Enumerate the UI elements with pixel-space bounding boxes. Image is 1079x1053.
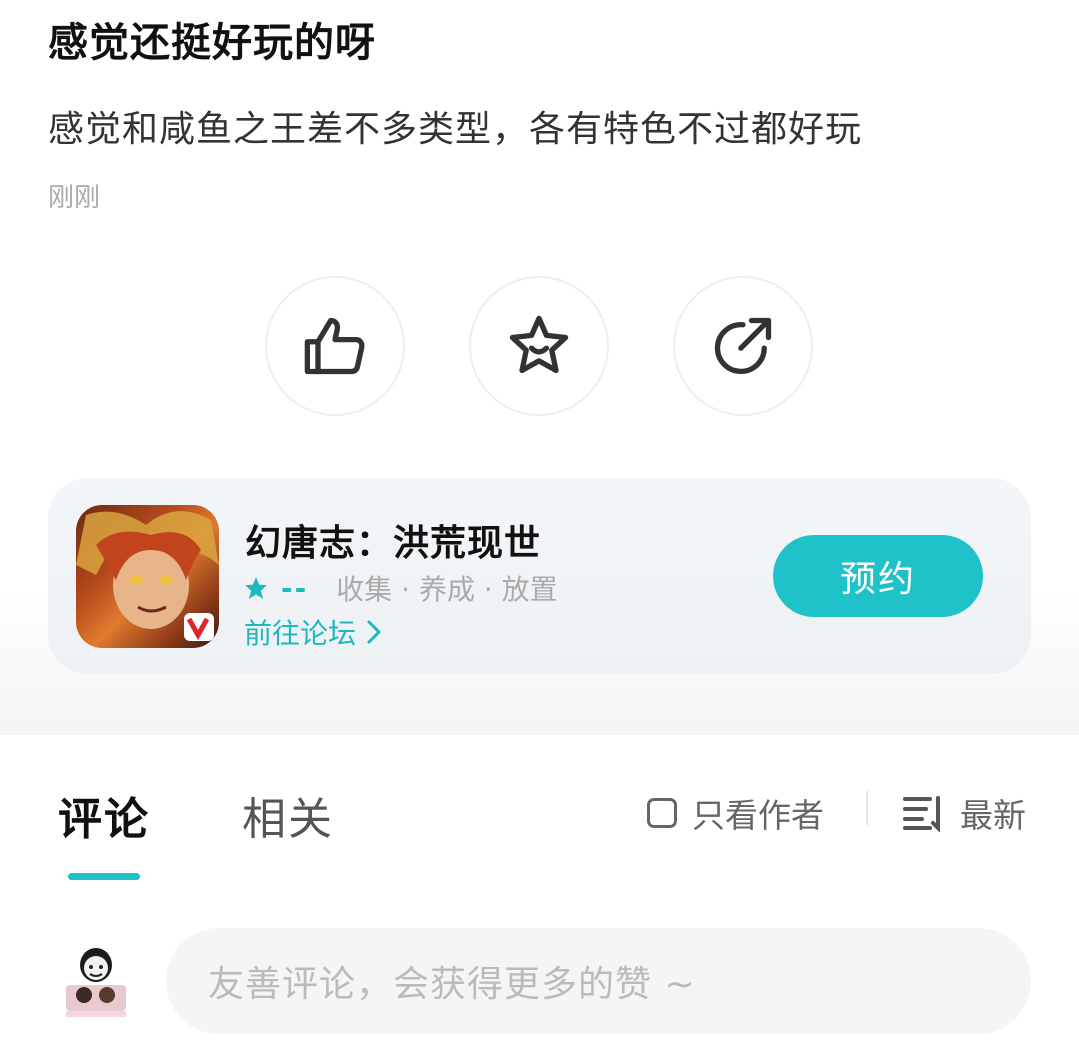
avatar[interactable] xyxy=(60,943,132,1019)
author-only-toggle[interactable]: 只看作者 xyxy=(647,789,824,837)
divider xyxy=(866,791,868,825)
tab-comments[interactable]: 评论 xyxy=(58,783,150,847)
forum-link[interactable]: 前往论坛 xyxy=(244,612,382,652)
tab-related[interactable]: 相关 xyxy=(242,783,334,847)
game-rating: -- xyxy=(281,571,309,605)
game-card[interactable]: 幻唐志：洪荒现世 -- 收集 · 养成 · 放置 前往论坛 预约 xyxy=(48,478,1031,674)
comment-input[interactable]: 友善评论，会获得更多的赞 ~ xyxy=(166,928,1031,1034)
forum-link-label: 前往论坛 xyxy=(244,617,357,650)
share-button[interactable] xyxy=(673,276,813,416)
game-name[interactable]: 幻唐志：洪荒现世 xyxy=(245,514,541,566)
chevron-right-icon xyxy=(367,620,381,644)
sort-icon xyxy=(903,796,940,832)
post-body: 感觉和咸鱼之王差不多类型，各有特色不过都好玩 xyxy=(48,109,863,150)
game-tags: 收集 · 养成 · 放置 xyxy=(336,573,558,606)
active-tab-indicator xyxy=(68,873,140,880)
share-icon xyxy=(714,317,772,375)
reserve-button[interactable]: 预约 xyxy=(773,535,983,617)
post-timestamp: 刚刚 xyxy=(48,183,101,213)
author-only-checkbox[interactable] xyxy=(647,798,677,828)
rating-star-icon xyxy=(245,577,267,599)
post-title: 感觉还挺好玩的呀 xyxy=(48,20,376,66)
thumbs-up-icon xyxy=(304,317,365,375)
sort-label: 最新 xyxy=(960,796,1026,835)
like-button[interactable] xyxy=(265,276,405,416)
game-meta: -- 收集 · 养成 · 放置 xyxy=(243,568,558,608)
sort-button[interactable]: 最新 xyxy=(902,789,1026,837)
game-icon[interactable] xyxy=(76,505,219,648)
author-only-label: 只看作者 xyxy=(692,796,824,835)
star-icon xyxy=(509,315,569,374)
comments-section: 评论 相关 只看作者 最新 友善评论，会获得更多的赞 ~ xyxy=(0,735,1079,1053)
favorite-button[interactable] xyxy=(469,276,609,416)
